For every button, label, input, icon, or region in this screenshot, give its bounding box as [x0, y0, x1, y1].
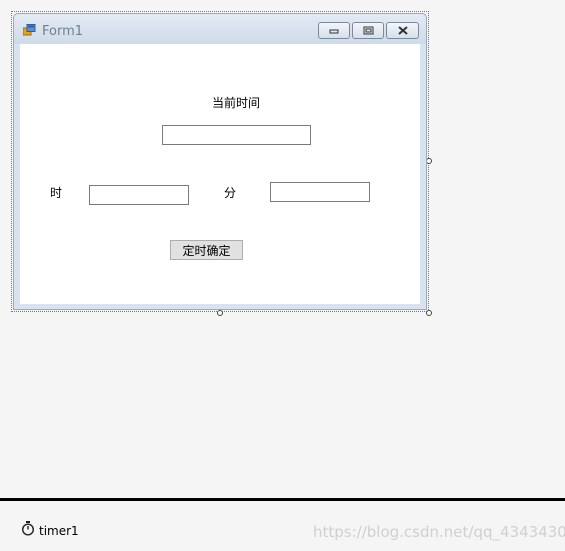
minimize-icon — [329, 29, 339, 33]
form-client-area[interactable]: 当前时间 时 分 定时确定 — [20, 44, 420, 304]
maximize-button[interactable] — [352, 22, 384, 39]
current-time-label: 当前时间 — [212, 96, 261, 110]
confirm-timer-button[interactable]: 定时确定 — [170, 240, 243, 260]
form-title: Form1 — [42, 24, 84, 39]
close-icon — [397, 26, 408, 35]
form-window[interactable]: Form1 当前时间 时 分 定时确定 — [13, 13, 427, 310]
resize-handle-bottom[interactable] — [217, 310, 223, 316]
minute-label: 分 — [224, 186, 237, 200]
stopwatch-icon — [21, 521, 35, 536]
hour-textbox[interactable] — [89, 185, 189, 205]
title-bar[interactable]: Form1 — [14, 14, 426, 44]
hour-label: 时 — [50, 186, 63, 200]
timer1-component[interactable]: timer1 — [39, 524, 79, 538]
resize-handle-corner[interactable] — [426, 310, 432, 316]
minimize-button[interactable] — [318, 22, 350, 39]
form-icon — [22, 24, 36, 36]
current-time-textbox[interactable] — [162, 125, 311, 145]
close-button[interactable] — [386, 22, 419, 39]
watermark-text: https://blog.csdn.net/qq_43434300 — [313, 523, 565, 541]
maximize-icon — [363, 26, 373, 35]
minute-textbox[interactable] — [270, 182, 370, 202]
